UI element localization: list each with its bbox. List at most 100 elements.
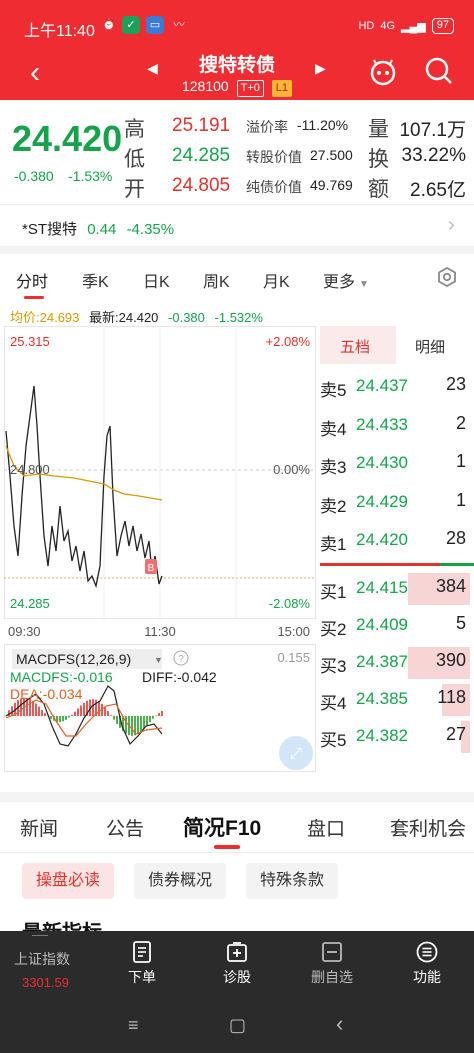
underlying-stock-row[interactable]: *ST搜特 0.44 -4.35% bbox=[22, 218, 174, 239]
bid-row[interactable]: 买1 24.415 384 bbox=[320, 570, 470, 608]
search-icon[interactable] bbox=[424, 56, 454, 86]
battery-icon: 97 bbox=[431, 18, 454, 34]
chip-special-terms[interactable]: 特殊条款 bbox=[246, 863, 339, 899]
remove-icon bbox=[322, 942, 342, 962]
avg-info-row: 均价:24.693 最新:24.420 -0.380 -1.532% bbox=[10, 307, 263, 326]
bid-volume: 5 bbox=[455, 613, 466, 633]
bond-value: 49.769 bbox=[310, 177, 353, 193]
macd-bar bbox=[71, 714, 73, 716]
recents-icon[interactable]: ≡ bbox=[128, 1015, 139, 1036]
top-price-label: 25.315 bbox=[10, 334, 50, 349]
low-label: 低 bbox=[124, 148, 145, 171]
tab-day-k[interactable]: 日K bbox=[143, 268, 170, 292]
macd-title: MACDFS(12,26,9) bbox=[16, 651, 131, 667]
high-value: 25.191 bbox=[172, 115, 231, 136]
chip-must-read[interactable]: 操盘必读 bbox=[22, 863, 115, 899]
ask-row[interactable]: 卖4 24.433 2 bbox=[320, 407, 470, 445]
bid-row[interactable]: 买3 24.387 390 bbox=[320, 644, 470, 682]
tab-announcements[interactable]: 公告 bbox=[106, 814, 144, 841]
open-value: 24.805 bbox=[172, 175, 231, 196]
handle-icon bbox=[32, 935, 48, 938]
intraday-chart[interactable]: 25.315 +2.08% 24.800 0.00% 24.285 -2.08%… bbox=[4, 326, 316, 772]
active-tab-indicator bbox=[24, 296, 44, 299]
conv-value-label: 转股价值 bbox=[246, 149, 302, 165]
bid-price: 24.382 bbox=[356, 726, 408, 745]
divider bbox=[0, 852, 474, 853]
ask-volume: 23 bbox=[445, 374, 466, 394]
price-series-line bbox=[5, 385, 163, 589]
macd-bar bbox=[80, 705, 82, 716]
macd-bar bbox=[65, 716, 67, 720]
macd-bar bbox=[110, 715, 112, 716]
chip-bond-overview[interactable]: 债券概况 bbox=[134, 863, 227, 899]
time-start: 09:30 bbox=[8, 624, 41, 639]
chart-settings-icon[interactable] bbox=[436, 266, 458, 288]
tab-f10[interactable]: 简况F10 bbox=[183, 812, 261, 842]
expand-icon: ⤢ bbox=[290, 745, 303, 762]
tab-more[interactable]: 更多 ▼ bbox=[323, 268, 369, 292]
ask-row[interactable]: 卖3 24.430 1 bbox=[320, 445, 470, 483]
macd-bar bbox=[152, 716, 154, 719]
nav-functions-label: 功能 bbox=[413, 969, 441, 985]
bid-price: 24.415 bbox=[356, 578, 408, 597]
price-change: -0.380 bbox=[14, 168, 54, 184]
macd-bar bbox=[149, 716, 151, 723]
tab-intraday[interactable]: 分时 bbox=[16, 268, 48, 292]
section-gap bbox=[0, 246, 474, 254]
bid-price: 24.387 bbox=[356, 652, 408, 671]
menu-icon bbox=[416, 941, 438, 963]
underlying-price: 0.44 bbox=[87, 221, 117, 238]
bottom-nav: 上证指数 3301.59 下单 诊股 删自选 功能 bbox=[0, 931, 474, 1001]
bond-value-label: 纯债价值 bbox=[246, 179, 302, 195]
underlying-change: -4.35% bbox=[126, 221, 175, 238]
ask-row[interactable]: 卖5 24.437 23 bbox=[320, 368, 470, 406]
tab-five-levels[interactable]: 五档 bbox=[340, 336, 370, 357]
ask-price: 24.433 bbox=[356, 414, 408, 434]
bid-volume: 384 bbox=[435, 576, 466, 596]
avg-value: 24.693 bbox=[39, 310, 80, 325]
nav-order[interactable]: 下单 bbox=[112, 931, 172, 1001]
low-value: 24.285 bbox=[172, 145, 231, 166]
system-nav-bar: ≡ ▢ ‹ bbox=[0, 1001, 474, 1053]
tab-quarter-k[interactable]: 季K bbox=[82, 268, 109, 292]
stock-code-row: 128100 T+0 L1 bbox=[0, 78, 474, 97]
tab-arbitrage[interactable]: 套利机会 bbox=[390, 814, 466, 841]
nav-functions[interactable]: 功能 bbox=[397, 931, 457, 1001]
tag-t0: T+0 bbox=[236, 80, 264, 97]
chevron-right-icon[interactable]: › bbox=[448, 214, 455, 237]
ask-row[interactable]: 卖2 24.429 1 bbox=[320, 484, 470, 522]
macd-bar bbox=[74, 711, 76, 716]
bid-volume: 390 bbox=[435, 650, 466, 670]
macd-bar bbox=[107, 711, 109, 716]
tab-month-k[interactable]: 月K bbox=[263, 268, 290, 292]
high-label: 高 bbox=[124, 118, 145, 141]
robot-icon[interactable] bbox=[366, 56, 400, 86]
tab-detail[interactable]: 明细 bbox=[415, 336, 445, 357]
ask-row[interactable]: 卖1 24.420 28 bbox=[320, 522, 470, 560]
section-gap bbox=[0, 792, 474, 802]
ask-label: 卖4 bbox=[320, 419, 347, 439]
bottom-pct-label: -2.08% bbox=[269, 596, 311, 611]
bid-row[interactable]: 买4 24.385 118 bbox=[320, 681, 470, 719]
tab-week-k[interactable]: 周K bbox=[203, 268, 230, 292]
bid-volume: 118 bbox=[437, 687, 466, 707]
premium-label: 溢价率 bbox=[246, 119, 288, 135]
nav-diagnose[interactable]: 诊股 bbox=[207, 931, 267, 1001]
back-nav-icon[interactable]: ‹ bbox=[336, 1011, 343, 1037]
latest-change: -0.380 bbox=[168, 310, 205, 325]
nav-remove-watchlist[interactable]: 删自选 bbox=[302, 931, 362, 1001]
conv-value: 27.500 bbox=[310, 147, 353, 163]
bid-row[interactable]: 买5 24.382 27 bbox=[320, 718, 470, 756]
nav-remove-label: 删自选 bbox=[311, 969, 353, 985]
tab-orderbook[interactable]: 盘口 bbox=[307, 814, 345, 841]
turnover-value: 33.22% bbox=[401, 145, 466, 166]
bid-row[interactable]: 买2 24.409 5 bbox=[320, 607, 470, 645]
macd-bar bbox=[146, 716, 148, 726]
amount-label: 额 bbox=[368, 178, 389, 201]
macd-bar bbox=[161, 710, 163, 716]
index-label[interactable]: 上证指数 bbox=[14, 949, 70, 969]
alarm-icon: ⏰ bbox=[102, 19, 116, 31]
tab-news[interactable]: 新闻 bbox=[20, 814, 58, 841]
status-time: 上午11:40 bbox=[24, 23, 95, 40]
home-icon[interactable]: ▢ bbox=[229, 1015, 246, 1036]
